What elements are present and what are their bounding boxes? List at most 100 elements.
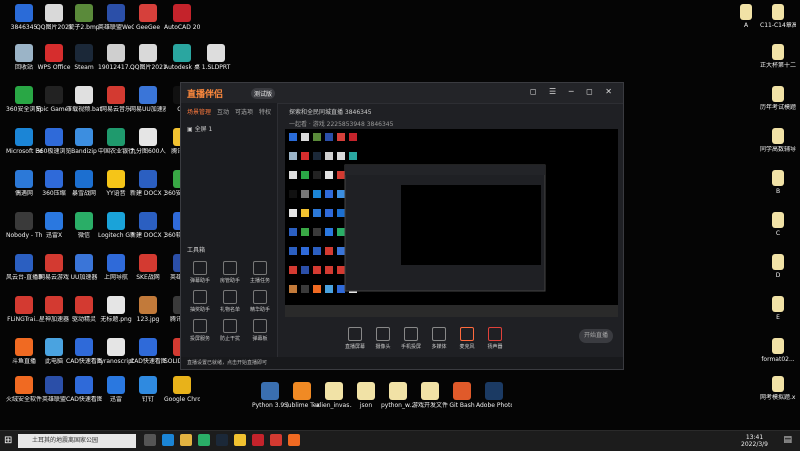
desktop-icon[interactable]: 英雄联盟WeGame版	[98, 4, 134, 31]
desktop-icon[interactable]: 无标题.png	[98, 296, 134, 323]
desktop-icon[interactable]: 网易UU加速器	[130, 86, 166, 113]
desktop-icon[interactable]: 暴雪战网	[66, 170, 102, 197]
desktop-file-icon[interactable]: format02...	[760, 338, 796, 363]
edge-icon[interactable]	[162, 434, 174, 446]
windows-start-icon[interactable]: ⊞	[4, 435, 12, 446]
desktop-icon[interactable]: 网易云音乐	[98, 86, 134, 113]
desktop-icon[interactable]: Logitech G HUB	[98, 212, 134, 239]
desktop-icon[interactable]: Autodesk 桌面应用程序	[164, 44, 200, 71]
desktop-icon[interactable]: 院子2.bmp	[66, 4, 102, 31]
desktop-icon[interactable]: 1.SLDPRT	[198, 44, 234, 71]
file-icon	[740, 4, 752, 20]
control-phone-cast[interactable]: 手机投屏	[397, 327, 425, 350]
stream-preview[interactable]	[285, 129, 618, 317]
desktop-icon[interactable]: Adobe Photosh...	[476, 382, 512, 409]
desktop-icon[interactable]: 迅雷	[98, 376, 134, 403]
scene-item[interactable]: ▣ 全屏 1	[181, 120, 277, 137]
tab-options[interactable]: 可选项	[235, 107, 253, 116]
desktop-icon[interactable]: 驱动精灵	[66, 296, 102, 323]
desktop-file-icon[interactable]: 同学高数辅导资料	[760, 128, 796, 153]
desktop-icon[interactable]: Git Bash	[444, 382, 480, 409]
desktop-icon[interactable]: CAD快速看图-截图	[130, 338, 166, 365]
desktop-icon[interactable]: Python 3.9 (64-bit)	[252, 382, 288, 409]
desktop-icon[interactable]: 钉钉	[130, 376, 166, 403]
preview-mini-icon	[337, 247, 345, 255]
preview-mini-icon	[325, 247, 333, 255]
tool-tasks[interactable]: 主播任务	[245, 261, 275, 284]
desktop-icon[interactable]: 中国农业银行(个人网银)	[98, 128, 134, 155]
autocad-icon[interactable]	[252, 434, 264, 446]
live-companion-icon[interactable]	[288, 434, 300, 446]
desktop-icon[interactable]: 新建 DOCX 文档 (2).docx	[130, 170, 166, 197]
desktop-icon-label: 网考模拟题.xlsx	[760, 394, 796, 401]
desktop-icon[interactable]: GeeGee	[130, 4, 166, 31]
desktop-icon[interactable]: python_w...	[380, 382, 416, 409]
taskbar-clock[interactable]: 13:41 2022/3/9	[741, 434, 768, 448]
qq-icon[interactable]	[234, 434, 246, 446]
control-speaker[interactable]: 扬声器	[481, 327, 509, 350]
desktop-icon[interactable]: 上网导航	[98, 254, 134, 281]
tool-lottery[interactable]: 抽奖助手	[185, 290, 215, 313]
desktop-icon[interactable]: Bandizip	[66, 128, 102, 155]
desktop-icon[interactable]: Sublime Text 3	[284, 382, 320, 409]
explorer-icon[interactable]	[180, 434, 192, 446]
desktop-icon[interactable]: AutoCAD 2019 - 简体...	[164, 4, 200, 31]
version-badge[interactable]: 测试版	[251, 88, 276, 99]
preview-mini-icon	[301, 171, 309, 179]
desktop-file-icon[interactable]: 历年考试模题	[760, 86, 796, 111]
netease-icon[interactable]	[270, 434, 282, 446]
task-view-icon[interactable]	[144, 434, 156, 446]
desktop-icon[interactable]: CAD快速看图	[66, 376, 102, 403]
desktop-icon-label: AutoCAD 2019 - 简体...	[164, 24, 200, 31]
desktop-icon[interactable]: 游戏开发文件	[412, 382, 448, 409]
desktop-icon[interactable]: Steam	[66, 44, 102, 71]
wechat-icon[interactable]	[198, 434, 210, 446]
desktop-file-icon[interactable]: B	[760, 170, 796, 195]
desktop-file-icon[interactable]: D	[760, 254, 796, 279]
desktop-icon[interactable]: CAD快速看图	[66, 338, 102, 365]
steam-icon[interactable]	[216, 434, 228, 446]
desktop-icon[interactable]: UU加速器	[66, 254, 102, 281]
desktop-icon[interactable]: tyranoscript	[98, 338, 134, 365]
desktop-icon-label: E	[776, 314, 780, 321]
control-screen[interactable]: 直播屏幕	[341, 327, 369, 350]
desktop-icon[interactable]: QQ图片20211008...	[130, 44, 166, 71]
desktop-icon[interactable]: 123.jpg	[130, 296, 166, 323]
taskbar-search-input[interactable]: 土耳其的地震离国家公园	[18, 434, 136, 448]
desktop-icon[interactable]: 新建 DOCX 文档.docx	[130, 212, 166, 239]
desktop-icon-label: C	[775, 230, 781, 237]
control-mic[interactable]: 麦克风	[453, 327, 481, 350]
desktop-icon[interactable]: 九分图600人肥皂网站	[130, 128, 166, 155]
app-icon	[389, 382, 407, 400]
tool-danmaku-board[interactable]: 弹幕板	[245, 319, 275, 342]
desktop-icon[interactable]: 下载视频.bat	[66, 86, 102, 113]
tab-interact[interactable]: 互动	[217, 107, 229, 116]
control-media[interactable]: 多媒体	[425, 327, 453, 350]
desktop-icon[interactable]: 19012417...	[98, 44, 134, 71]
desktop-icon[interactable]: 微信	[66, 212, 102, 239]
tool-cast[interactable]: 投屏服务	[185, 319, 215, 342]
desktop-file-icon[interactable]: C11-C14章高老师	[760, 4, 796, 29]
notification-icon[interactable]: ▤	[783, 435, 792, 445]
tab-scene[interactable]: 场景管理	[187, 107, 211, 116]
desktop-icon[interactable]: alien_invas...	[316, 382, 352, 409]
window-controls[interactable]: ◻ ☰ ─ ◻ ✕	[530, 87, 617, 96]
desktop-file-icon[interactable]: 网考模拟题.xlsx	[760, 376, 796, 401]
desktop-icon[interactable]: YY语音	[98, 170, 134, 197]
tool-no-disturb[interactable]: 防止干扰	[215, 319, 245, 342]
desktop-file-icon[interactable]: E	[760, 296, 796, 321]
tool-danmaku[interactable]: 弹幕助手	[185, 261, 215, 284]
desktop-icon[interactable]: json	[348, 382, 384, 409]
go-live-button[interactable]: 开始直播	[579, 329, 613, 343]
desktop-file-icon[interactable]: A	[728, 4, 764, 29]
desktop-icon-label: Logitech G HUB	[98, 232, 134, 239]
desktop-icon[interactable]: SKE战网	[130, 254, 166, 281]
tab-privilege[interactable]: 特权	[259, 107, 271, 116]
desktop-file-icon[interactable]: C	[760, 212, 796, 237]
control-camera[interactable]: 摄像头	[369, 327, 397, 350]
tool-gift-list[interactable]: 礼物名单	[215, 290, 245, 313]
desktop-icon[interactable]: Google Chrome	[164, 376, 200, 403]
desktop-file-icon[interactable]: 正大杯第十二届全国大学...	[760, 44, 796, 69]
tool-room-admin[interactable]: 房管助手	[215, 261, 245, 284]
tool-highlights[interactable]: 精华助手	[245, 290, 275, 313]
